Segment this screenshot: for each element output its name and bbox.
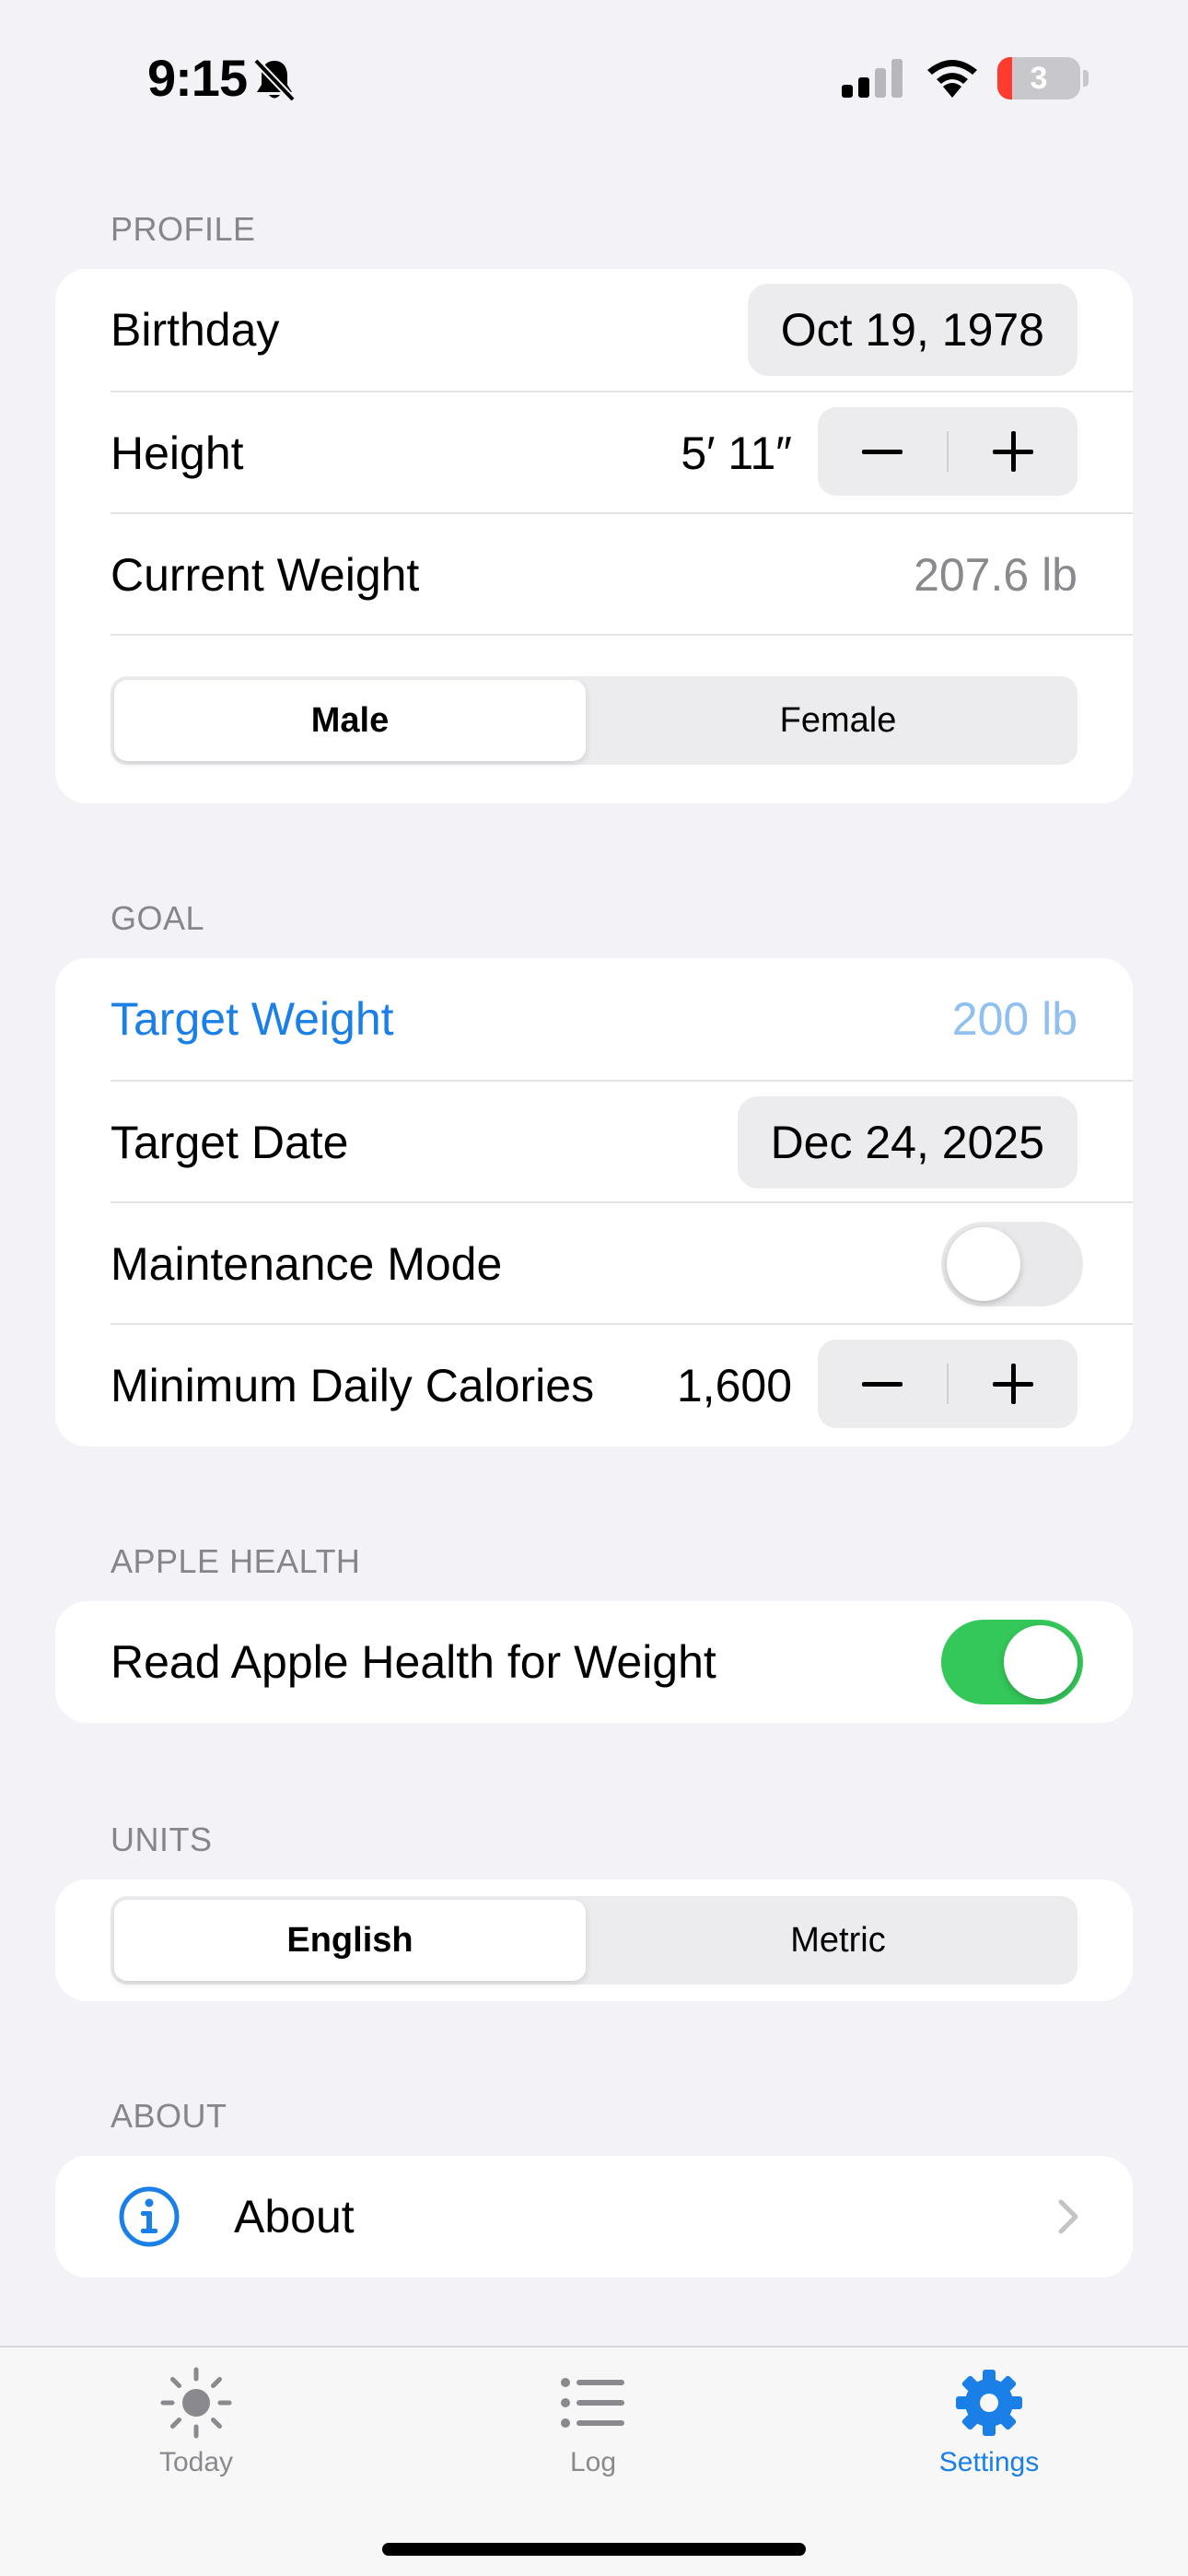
target-weight-label: Target Weight <box>111 993 394 1045</box>
gear-icon <box>956 2370 1022 2436</box>
units-card: English Metric <box>55 1879 1133 2001</box>
target-weight-value: 200 lb <box>951 993 1077 1045</box>
target-weight-row[interactable]: Target Weight 200 lb <box>111 958 1133 1080</box>
cellular-signal-icon <box>842 59 903 98</box>
read-health-weight-toggle[interactable] <box>941 1620 1083 1704</box>
segment-female[interactable]: Female <box>602 680 1074 761</box>
units-header: UNITS <box>111 1821 213 1858</box>
segment-male[interactable]: Male <box>114 680 586 761</box>
tab-log[interactable]: Log <box>483 2366 704 2504</box>
units-segmented-control: English Metric <box>111 1896 1077 1985</box>
bell-slash-icon <box>253 58 296 102</box>
min-calories-value: 1,600 <box>676 1360 792 1411</box>
height-value: 5′ 11″ <box>681 427 792 479</box>
read-health-weight-label: Read Apple Health for Weight <box>111 1636 716 1688</box>
sun-icon <box>160 2367 232 2439</box>
maintenance-mode-label: Maintenance Mode <box>111 1238 503 1290</box>
home-indicator <box>382 2543 806 2556</box>
height-label: Height <box>111 427 244 479</box>
birthday-label: Birthday <box>111 304 280 356</box>
height-stepper <box>818 407 1077 496</box>
min-calories-decrement-button[interactable] <box>818 1340 947 1428</box>
wifi-icon <box>927 60 977 98</box>
target-date-picker[interactable]: Dec 24, 2025 <box>737 1096 1077 1188</box>
current-weight-label: Current Weight <box>111 549 420 601</box>
profile-card: Birthday Oct 19, 1978 Height 5′ 11″ Curr… <box>55 269 1133 803</box>
height-increment-button[interactable] <box>949 407 1077 496</box>
height-decrement-button[interactable] <box>818 407 947 496</box>
about-label: About <box>234 2191 355 2242</box>
minus-icon <box>862 1382 903 1387</box>
height-row: Height 5′ 11″ <box>111 392 1133 514</box>
apple-health-header: APPLE HEALTH <box>111 1542 361 1580</box>
tab-log-label: Log <box>569 2447 617 2477</box>
birthday-row: Birthday Oct 19, 1978 <box>111 269 1133 391</box>
min-calories-stepper <box>818 1340 1077 1428</box>
current-weight-row[interactable]: Current Weight 207.6 lb <box>111 514 1133 636</box>
read-health-weight-row: Read Apple Health for Weight <box>111 1601 1133 1723</box>
status-bar: 9:15 3 <box>0 0 1188 157</box>
current-weight-value: 207.6 lb <box>914 549 1077 601</box>
apple-health-card: Read Apple Health for Weight <box>55 1601 1133 1723</box>
about-card: About <box>55 2156 1133 2277</box>
battery-icon: 3 <box>997 57 1080 100</box>
birthday-date-picker[interactable]: Oct 19, 1978 <box>747 284 1077 376</box>
tab-settings[interactable]: Settings <box>879 2366 1100 2504</box>
info-circle-icon <box>119 2186 180 2247</box>
target-date-label: Target Date <box>111 1117 349 1168</box>
list-icon <box>561 2378 624 2428</box>
minus-icon <box>862 450 903 454</box>
maintenance-mode-toggle[interactable] <box>941 1222 1083 1306</box>
tab-bar: Today Log Settings <box>0 2346 1188 2576</box>
maintenance-mode-row: Maintenance Mode <box>111 1203 1133 1325</box>
tab-today[interactable]: Today <box>86 2366 307 2504</box>
segment-metric[interactable]: Metric <box>602 1900 1074 1981</box>
min-calories-label: Minimum Daily Calories <box>111 1360 595 1411</box>
status-time: 9:15 <box>147 49 248 107</box>
profile-header: PROFILE <box>111 210 256 248</box>
min-calories-row: Minimum Daily Calories 1,600 <box>111 1325 1133 1446</box>
battery-level: 3 <box>1030 61 1048 96</box>
sex-segmented-control: Male Female <box>111 676 1077 765</box>
segment-english[interactable]: English <box>114 1900 586 1981</box>
target-date-row: Target Date Dec 24, 2025 <box>111 1082 1133 1203</box>
tab-settings-label: Settings <box>938 2447 1040 2477</box>
settings-screen: 9:15 3 PROFILE Birthday Oct 19, 1978 Hei… <box>0 0 1188 2576</box>
tab-today-label: Today <box>158 2447 234 2477</box>
min-calories-increment-button[interactable] <box>949 1340 1077 1428</box>
goal-header: GOAL <box>111 899 205 937</box>
goal-card: Target Weight 200 lb Target Date Dec 24,… <box>55 958 1133 1446</box>
about-header: ABOUT <box>111 2097 227 2135</box>
chevron-right-icon <box>1058 2199 1078 2234</box>
about-row[interactable]: About <box>55 2156 1133 2277</box>
